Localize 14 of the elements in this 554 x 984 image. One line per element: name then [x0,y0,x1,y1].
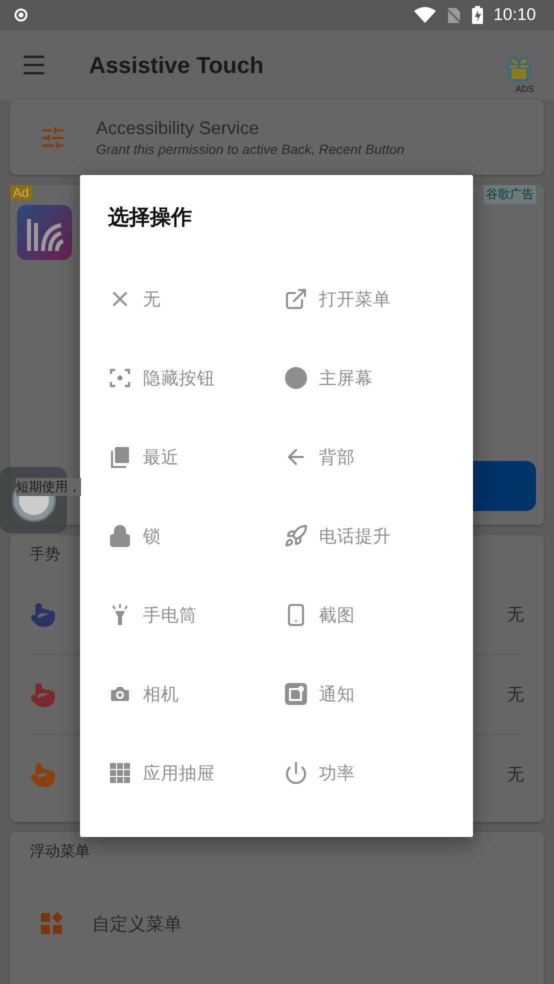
status-time: 10:10 [493,5,536,25]
card-subtitle: Grant this permission to active Back, Recent Button [96,142,404,157]
ads-label: ADS [515,84,534,94]
section-title: 手势 [30,545,60,565]
app-title: Assistive Touch [89,52,265,78]
gesture-value: 无 [507,764,524,786]
gesture-value: 无 [507,684,524,706]
gesture-value: 无 [507,604,524,626]
dialog-title: 选择操作 [108,204,193,231]
section-title: 浮动菜单 [30,842,90,862]
card-title: Accessibility Service [96,118,260,139]
ad-text: 短期使用， [16,478,81,496]
ad-source-label: 谷歌广告 [484,185,536,204]
ad-badge: Ad [10,185,32,200]
